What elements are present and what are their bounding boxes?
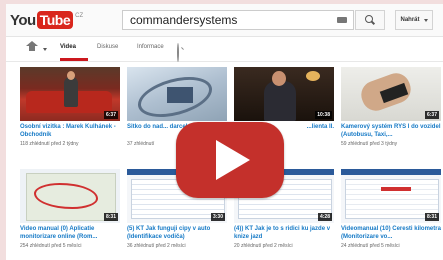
search-icon [365, 15, 373, 23]
video-meta: 24 zhlédnutí před 5 měsíci [341, 243, 400, 249]
video-meta: 254 zhlédnutí před 5 měsíci [20, 243, 82, 249]
chevron-down-icon [423, 18, 428, 22]
video-title[interactable]: (5) KT Jak funguji cipy v auto (Identifi… [127, 225, 227, 241]
chevron-down-icon[interactable] [43, 48, 47, 51]
video-title[interactable]: Video manual (0) Aplicatie monitorizare … [20, 225, 120, 241]
video-thumbnail[interactable]: 6:37 [20, 67, 120, 121]
play-button[interactable] [176, 122, 284, 198]
video-duration: 4:28 [317, 213, 332, 221]
video-thumbnail[interactable]: 8:31 [20, 169, 120, 223]
video-thumbnail[interactable]: 8:31 [341, 169, 441, 223]
video-card[interactable]: 6:37 Kamerový systém RYS I do vozidel (A… [341, 67, 441, 147]
play-icon [216, 140, 250, 180]
upload-label: Nahrát [400, 17, 420, 23]
video-duration: 3:30 [210, 213, 225, 221]
search-input[interactable]: commandersystems [122, 10, 354, 30]
logo-you-text: You [10, 11, 36, 29]
video-title[interactable]: Videomanual (10) Ceresti kilometra (Moni… [341, 225, 441, 241]
video-meta: 20 zhlédnutí před 2 měsíci [234, 243, 293, 249]
video-title[interactable]: (4)) KT Jak je to s ridici ku jazde v kn… [234, 225, 334, 241]
keyboard-icon[interactable] [337, 17, 347, 23]
video-thumbnail[interactable] [127, 67, 227, 121]
video-duration: 10:38 [315, 111, 332, 119]
search-query: commandersystems [130, 13, 238, 27]
youtube-logo[interactable]: You Tube CZ [10, 11, 83, 29]
video-thumbnail[interactable]: 10:38 [234, 67, 334, 121]
tab-discussion[interactable]: Diskuse [97, 44, 118, 50]
video-card[interactable]: 6:37 Osobní vizitka : Marek Kulhánek - O… [20, 67, 120, 147]
video-card[interactable]: 8:31 Video manual (0) Aplicatie monitori… [20, 169, 120, 249]
video-duration: 8:31 [103, 213, 118, 221]
home-icon[interactable] [26, 41, 38, 52]
video-duration: 8:31 [424, 213, 439, 221]
active-tab-indicator [60, 58, 88, 61]
video-meta: 118 zhlédnutí před 2 týdny [20, 141, 79, 147]
search-icon [177, 43, 179, 62]
video-card[interactable]: 8:31 Videomanual (10) Ceresti kilometra … [341, 169, 441, 249]
tab-about[interactable]: Informace [137, 44, 164, 50]
masthead: You Tube CZ commandersystems Nahrát [6, 4, 443, 37]
upload-button[interactable]: Nahrát [395, 10, 433, 30]
logo-region-text: CZ [75, 13, 84, 19]
video-meta: 36 zhlédnutí před 2 měsíci [127, 243, 186, 249]
video-duration: 6:37 [103, 111, 118, 119]
youtube-window: You Tube CZ commandersystems Nahrát Vide… [6, 4, 443, 260]
video-duration: 6:37 [424, 111, 439, 119]
video-title[interactable]: Osobní vizitka : Marek Kulhánek - Obchod… [20, 123, 120, 139]
logo-tube-text: Tube [36, 11, 74, 29]
video-title[interactable]: Kamerový systém RYS I do vozidel (Autobu… [341, 123, 441, 139]
search-button[interactable] [355, 10, 385, 30]
video-thumbnail[interactable]: 6:37 [341, 67, 441, 121]
tab-videos[interactable]: Videa [60, 44, 76, 50]
video-meta: 59 zhlédnutí před 3 týdny [341, 141, 398, 147]
